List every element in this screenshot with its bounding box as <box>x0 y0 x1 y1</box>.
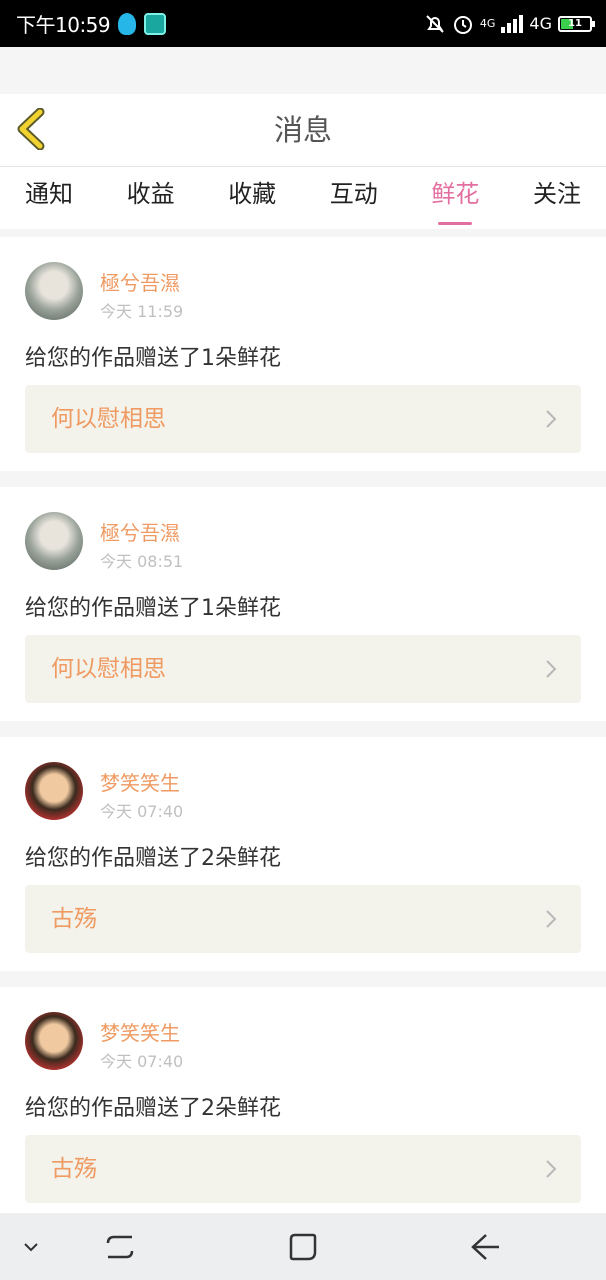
chevron-right-icon <box>546 660 557 678</box>
chevron-right-icon <box>546 410 557 428</box>
chevron-right-icon <box>546 910 557 928</box>
avatar[interactable] <box>25 762 83 820</box>
network-type-small: 4G <box>479 17 496 30</box>
message-time: 今天 11:59 <box>100 302 184 321</box>
page-header: 消息 <box>0 94 606 167</box>
qq-notification-icon <box>118 12 137 35</box>
work-link[interactable]: 何以慰相思 <box>25 385 581 453</box>
avatar[interactable] <box>25 1012 83 1070</box>
work-title: 何以慰相思 <box>51 656 166 682</box>
scanner-notification-icon <box>144 12 167 35</box>
message-time: 今天 07:40 <box>100 802 184 821</box>
nav-collapse-button[interactable] <box>14 1213 48 1280</box>
message-text: 给您的作品赠送了2朵鲜花 <box>25 846 281 871</box>
battery-icon: 11 <box>558 15 595 32</box>
message-time: 今天 08:51 <box>100 552 184 571</box>
tab-interactions[interactable]: 互动 <box>330 167 378 229</box>
message-time: 今天 07:40 <box>100 1052 184 1071</box>
status-time: 下午10:59 <box>16 13 111 37</box>
sender-name[interactable]: 梦笑笑生 <box>100 767 180 796</box>
status-bar: 下午10:59 4G 4G 11 <box>0 0 606 47</box>
work-title: 何以慰相思 <box>51 406 166 432</box>
sender-name[interactable]: 梦笑笑生 <box>100 1017 180 1046</box>
tab-bar: 通知 收益 收藏 互动 鲜花 关注 <box>0 167 606 229</box>
work-title: 古殇 <box>51 1156 97 1182</box>
work-link[interactable]: 何以慰相思 <box>25 635 581 703</box>
nav-back-button[interactable] <box>460 1213 512 1280</box>
message-list: 極兮吾濕 今天 11:59 给您的作品赠送了1朵鲜花 何以慰相思 極兮吾濕 今天… <box>0 237 606 1237</box>
tab-favorites[interactable]: 收藏 <box>228 167 276 229</box>
work-link[interactable]: 古殇 <box>25 885 581 953</box>
list-item: 極兮吾濕 今天 11:59 给您的作品赠送了1朵鲜花 何以慰相思 <box>0 237 606 471</box>
home-icon <box>289 1233 317 1260</box>
tab-flowers[interactable]: 鲜花 <box>431 167 479 229</box>
message-text: 给您的作品赠送了2朵鲜花 <box>25 1096 281 1121</box>
nav-home-button[interactable] <box>277 1213 329 1280</box>
list-item: 極兮吾濕 今天 08:51 给您的作品赠送了1朵鲜花 何以慰相思 <box>0 487 606 721</box>
back-chevron-icon <box>17 107 45 151</box>
back-button[interactable] <box>14 107 54 151</box>
signal-strength-icon <box>501 14 524 33</box>
back-arrow-icon <box>471 1233 499 1260</box>
message-text: 给您的作品赠送了1朵鲜花 <box>25 346 281 371</box>
system-nav-bar <box>0 1213 606 1280</box>
chevron-right-icon <box>546 1160 557 1178</box>
top-spacer <box>0 47 606 94</box>
list-item: 梦笑笑生 今天 07:40 给您的作品赠送了2朵鲜花 古殇 <box>0 987 606 1221</box>
sender-name[interactable]: 極兮吾濕 <box>100 517 180 546</box>
alarm-clock-icon <box>453 15 472 34</box>
chevron-down-icon <box>24 1242 38 1251</box>
tab-following[interactable]: 关注 <box>533 167 581 229</box>
work-title: 古殇 <box>51 906 97 932</box>
status-indicators: 4G 4G 11 <box>424 13 595 35</box>
list-item: 梦笑笑生 今天 07:40 给您的作品赠送了2朵鲜花 古殇 <box>0 737 606 971</box>
battery-level: 11 <box>568 18 582 29</box>
network-type: 4G <box>529 14 552 33</box>
nav-recent-apps-button[interactable] <box>94 1213 146 1280</box>
tab-notifications[interactable]: 通知 <box>25 167 73 229</box>
mute-bell-icon <box>426 14 444 33</box>
work-link[interactable]: 古殇 <box>25 1135 581 1203</box>
recent-apps-icon <box>106 1235 134 1258</box>
message-text: 给您的作品赠送了1朵鲜花 <box>25 596 281 621</box>
sender-name[interactable]: 極兮吾濕 <box>100 267 180 296</box>
page-title: 消息 <box>273 113 332 147</box>
avatar[interactable] <box>25 512 83 570</box>
tab-earnings[interactable]: 收益 <box>127 167 175 229</box>
avatar[interactable] <box>25 262 83 320</box>
